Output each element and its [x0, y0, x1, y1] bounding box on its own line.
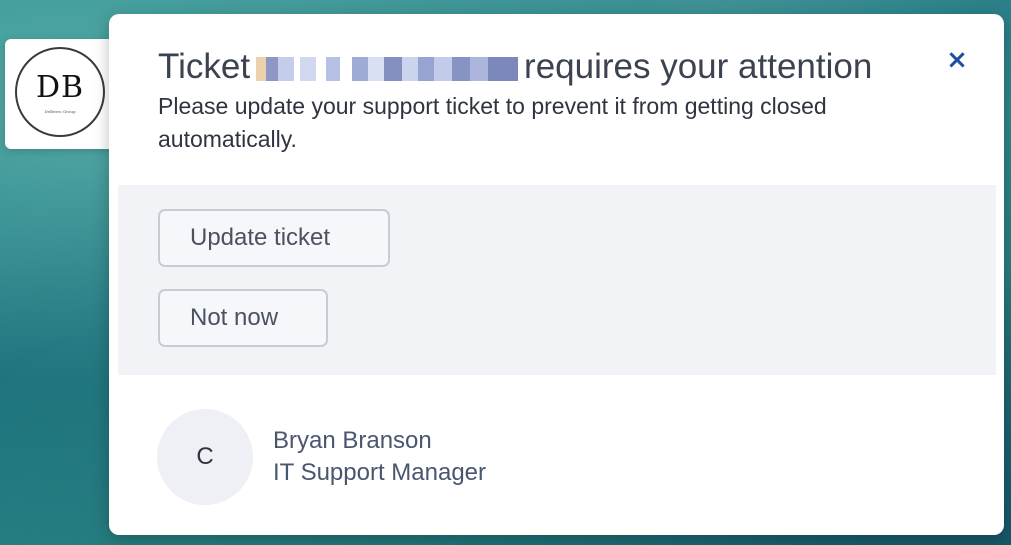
company-logo-tab: DB DeBerro Group	[5, 39, 117, 149]
redacted-ticket-number	[256, 57, 519, 81]
company-logo: DB DeBerro Group	[15, 47, 105, 137]
logo-initials: DB	[35, 70, 85, 105]
ticket-notification-card: Ticket requires your attention Please upd…	[109, 14, 1004, 535]
sender-name: Bryan Branson	[273, 427, 432, 454]
update-ticket-button[interactable]: Update ticket	[158, 209, 390, 267]
notification-message: Please update your support ticket to pre…	[158, 93, 827, 152]
title-suffix: requires your attention	[524, 47, 873, 86]
notification-title: Ticket requires your attention	[158, 46, 938, 88]
not-now-button[interactable]: Not now	[158, 289, 328, 347]
sender-avatar: C	[157, 409, 253, 505]
close-icon[interactable]: ×	[941, 44, 973, 76]
logo-subtext: DeBerro Group	[44, 109, 76, 114]
title-prefix: Ticket	[158, 47, 251, 86]
sender-role: IT Support Manager	[273, 459, 487, 486]
actions-panel: Update ticket Not now	[118, 185, 996, 375]
